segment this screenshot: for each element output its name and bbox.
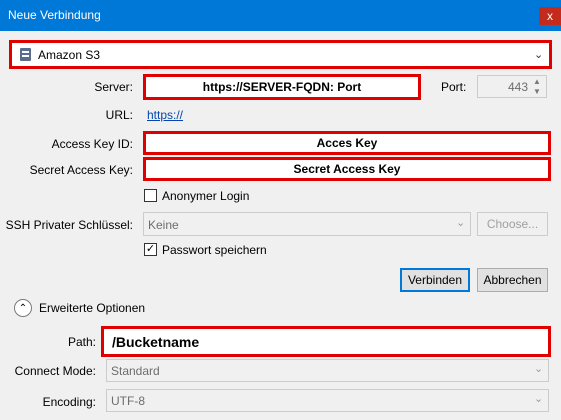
- connect-button[interactable]: Verbinden: [400, 268, 470, 292]
- access-key-label: Access Key ID:: [51, 137, 133, 151]
- url-link[interactable]: https://: [147, 108, 183, 122]
- ssh-key-label: SSH Privater Schlüssel:: [5, 218, 133, 232]
- save-password-label: Passwort speichern: [162, 243, 267, 257]
- ssh-key-value: Keine: [148, 218, 179, 232]
- port-value: 443: [507, 80, 528, 94]
- chevron-down-icon: ⌄: [456, 217, 466, 229]
- server-input[interactable]: https://SERVER-FQDN: Port: [143, 74, 421, 100]
- anonymous-checkbox[interactable]: [144, 189, 157, 202]
- cancel-button[interactable]: Abbrechen: [477, 268, 548, 292]
- save-password-checkbox[interactable]: ✓: [144, 243, 157, 256]
- chevron-down-icon: ⌄: [534, 363, 544, 375]
- connect-button-label: Verbinden: [407, 273, 463, 287]
- path-value: /Bucketname: [112, 334, 200, 350]
- chevron-up-icon: ⌃: [18, 302, 28, 314]
- access-key-value: Acces Key: [316, 136, 378, 150]
- connect-mode-label: Connect Mode:: [14, 364, 96, 378]
- secret-key-label: Secret Access Key:: [29, 163, 133, 177]
- chevron-down-icon: ⌄: [534, 393, 544, 405]
- cancel-button-label: Abbrechen: [483, 273, 542, 287]
- checkmark-icon: ✓: [145, 243, 156, 255]
- amazon-s3-icon: [19, 47, 32, 62]
- spin-down-icon[interactable]: ▼: [533, 87, 541, 96]
- encoding-select[interactable]: UTF-8 ⌄: [106, 389, 549, 412]
- title-bar: Neue Verbindung x: [0, 0, 561, 31]
- protocol-select[interactable]: Amazon S3 ⌄: [9, 40, 552, 69]
- url-label: URL:: [105, 108, 133, 122]
- close-button[interactable]: x: [539, 7, 561, 25]
- choose-button[interactable]: Choose...: [477, 212, 548, 236]
- port-stepper[interactable]: 443 ▲ ▼: [477, 75, 547, 98]
- secret-key-value: Secret Access Key: [293, 162, 401, 176]
- choose-button-label: Choose...: [486, 217, 539, 231]
- encoding-label: Encoding:: [42, 395, 96, 409]
- window-title: Neue Verbindung: [8, 8, 101, 22]
- connect-mode-select[interactable]: Standard ⌄: [106, 359, 549, 382]
- server-value: https://SERVER-FQDN: Port: [202, 80, 362, 94]
- anonymous-label: Anonymer Login: [162, 189, 250, 203]
- ssh-key-select[interactable]: Keine ⌄: [143, 212, 471, 236]
- access-key-input[interactable]: Acces Key: [143, 131, 551, 155]
- secret-key-input[interactable]: Secret Access Key: [143, 157, 551, 181]
- advanced-options-label: Erweiterte Optionen: [39, 301, 146, 315]
- close-icon: x: [547, 9, 553, 23]
- connect-mode-value: Standard: [111, 364, 160, 378]
- chevron-down-icon: ⌄: [534, 49, 544, 61]
- server-label: Server:: [94, 80, 133, 94]
- advanced-toggle-button[interactable]: ⌃: [14, 299, 32, 317]
- protocol-selected-value: Amazon S3: [38, 48, 101, 62]
- encoding-value: UTF-8: [111, 394, 145, 408]
- path-input[interactable]: /Bucketname: [101, 326, 551, 357]
- port-label: Port:: [441, 80, 467, 94]
- spin-up-icon[interactable]: ▲: [533, 77, 541, 86]
- path-label: Path:: [67, 335, 96, 349]
